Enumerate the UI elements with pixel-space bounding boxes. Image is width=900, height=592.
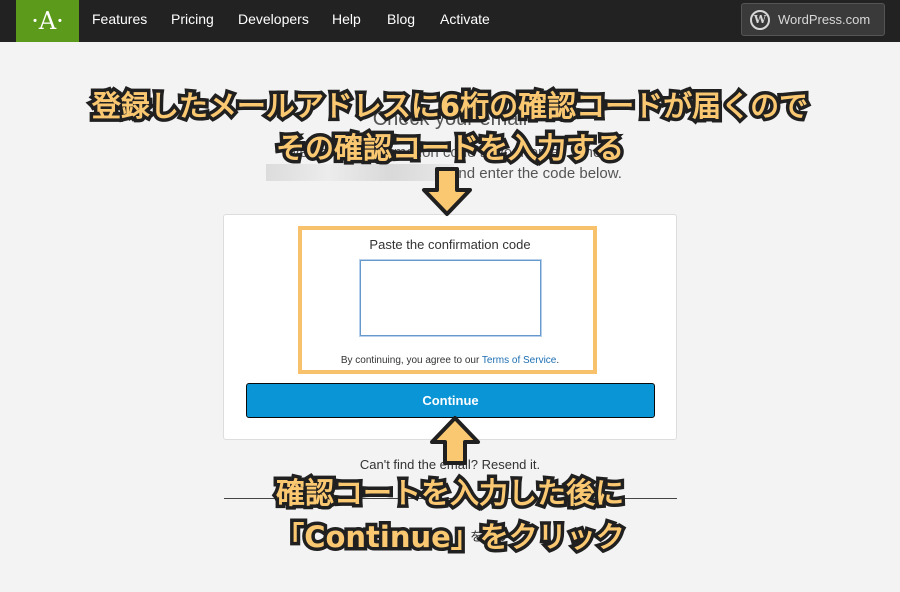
callout-top-line-2: その確認コードを入力する — [272, 128, 627, 169]
terms-prefix: By continuing, you agree to our — [340, 355, 482, 366]
continue-button[interactable]: Continue — [246, 383, 655, 418]
top-navigation-bar: ·A· Features Pricing Developers Help Blo… — [0, 0, 900, 42]
nav-developers[interactable]: Developers — [238, 11, 309, 27]
terms-notice: By continuing, you agree to our Terms of… — [300, 355, 600, 366]
terms-of-service-link[interactable]: Terms of Service — [482, 355, 556, 366]
callout-top-line-1: 登録したメールアドレスに6桁の確認コードが届くので — [88, 86, 811, 127]
terms-suffix: . — [556, 355, 560, 366]
confirmation-code-input[interactable] — [360, 260, 541, 336]
wordpress-button-label: WordPress.com — [778, 12, 871, 27]
site-logo[interactable]: ·A· — [16, 0, 79, 42]
wordpress-logo-icon: W — [750, 9, 770, 30]
nav-features[interactable]: Features — [92, 11, 147, 27]
code-label: Paste the confirmation code — [369, 237, 531, 252]
nav-blog[interactable]: Blog — [387, 11, 415, 27]
callout-bottom-line-1: 確認コートを入力した後に — [272, 473, 627, 514]
nav-activate[interactable]: Activate — [440, 11, 490, 27]
wordpress-login-button[interactable]: W WordPress.com — [741, 3, 885, 36]
nav-help[interactable]: Help — [332, 11, 361, 27]
arrow-down-icon — [422, 167, 472, 216]
callout-bottom-line-2: 「Continue」をクリック — [272, 517, 629, 558]
arrow-up-icon — [430, 416, 480, 465]
nav-pricing[interactable]: Pricing — [171, 11, 214, 27]
